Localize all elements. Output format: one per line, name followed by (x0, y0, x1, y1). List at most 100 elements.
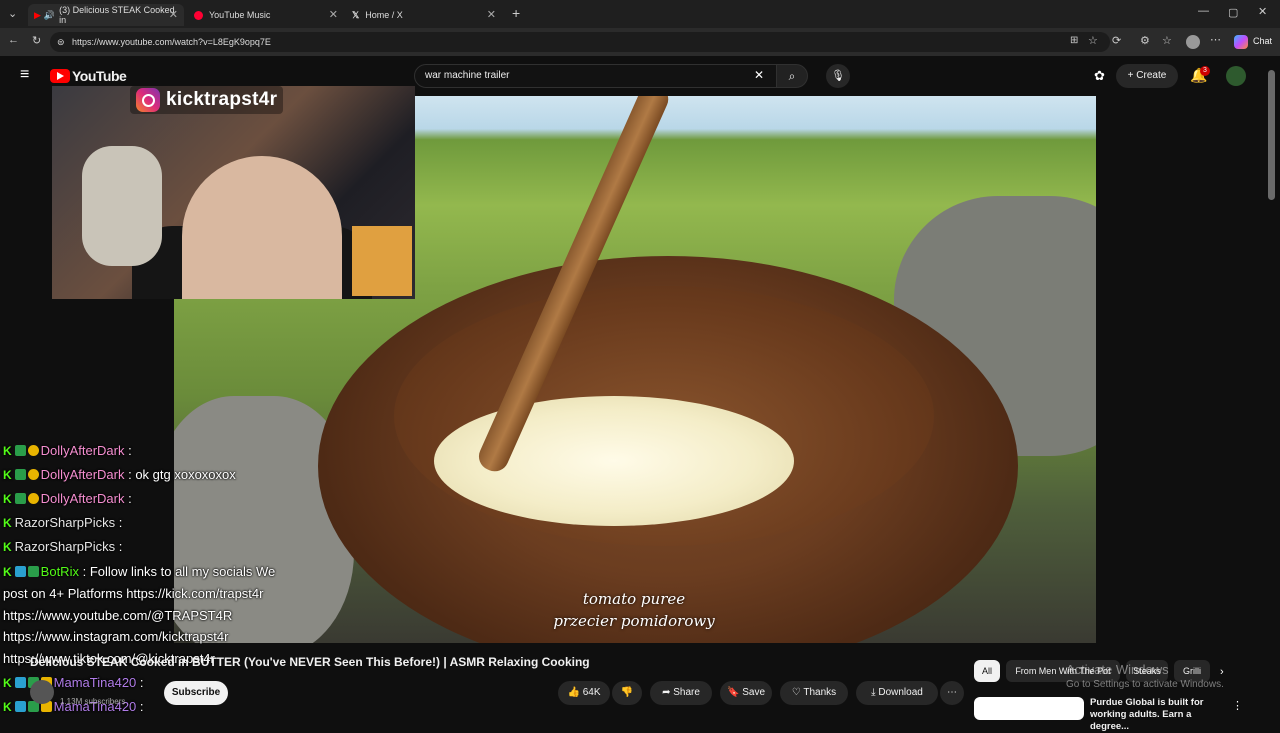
subscribe-button[interactable]: Subscribe (164, 681, 228, 705)
thanks-button[interactable]: ♡ Thanks (780, 681, 848, 705)
tab-list-icon[interactable]: ⌄ (8, 7, 17, 20)
like-count: 64K (582, 687, 601, 698)
search-input[interactable]: war machine trailer (414, 64, 778, 88)
activate-windows-title: Activate Windows (1066, 662, 1169, 677)
chat-text: : (118, 515, 123, 530)
bookmark-icon: 🔖 (726, 687, 743, 698)
kick-badge-icon: K (3, 468, 12, 482)
plush-toy (82, 146, 162, 266)
tab-youtube-video[interactable]: ▶ 🔊 (3) Delicious STEAK Cooked in ✕ (28, 4, 184, 26)
chat-message: K BotRix : Follow links to all my socials… (3, 564, 275, 579)
search-icon: ⌕ (788, 69, 796, 83)
youtube-logo[interactable]: YouTube (50, 68, 127, 84)
save-label: Save (742, 687, 766, 698)
chat-text: : (118, 539, 123, 554)
chat-label[interactable]: Chat (1253, 36, 1272, 46)
thanks-heart-icon: ♡ (791, 687, 804, 698)
copilot-icon[interactable] (1234, 35, 1248, 49)
url-field[interactable]: ⊜ https://www.youtube.com/watch?v=L8EgK9… (50, 32, 1110, 52)
notification-count-badge: 3 (1200, 66, 1210, 76)
dislike-button[interactable]: 👎 (612, 681, 642, 705)
site-info-icon[interactable]: ⊜ (57, 32, 65, 52)
bot-badge-icon (14, 701, 26, 712)
download-label: Download (878, 687, 923, 698)
back-icon[interactable]: ← (8, 34, 19, 46)
caption-line-1: tomato puree (582, 590, 686, 608)
hamburger-menu-icon[interactable]: ≡ (20, 66, 29, 84)
kick-badge-icon: K (3, 540, 12, 554)
gear-badge-icon[interactable]: ✿ (1094, 68, 1105, 84)
refresh-extension-icon[interactable]: ⟳ (1112, 34, 1121, 47)
more-actions-button[interactable]: ⋯ (940, 681, 964, 705)
chat-text: : Follow links to all my socials We (82, 564, 276, 579)
chat-username[interactable]: DollyAfterDark (41, 491, 125, 506)
tab-x-home[interactable]: 𝕏 Home / X ✕ (346, 4, 502, 26)
extensions-icon[interactable]: ⚙ (1140, 34, 1150, 47)
close-tab-icon[interactable]: ✕ (329, 8, 338, 21)
share-icon: ➦ (662, 687, 674, 698)
bot-badge-icon (14, 677, 26, 688)
save-button[interactable]: 🔖 Save (720, 681, 772, 705)
youtube-logo-text: YouTube (72, 68, 127, 84)
page-scrollbar[interactable] (1268, 70, 1275, 200)
bot-badge-icon (14, 566, 26, 577)
chat-username[interactable]: DollyAfterDark (41, 443, 125, 458)
create-button[interactable]: + Create (1116, 64, 1178, 88)
chat-username[interactable]: RazorSharpPicks (15, 515, 115, 530)
verified-badge-icon (27, 566, 39, 577)
download-button[interactable]: ⤓ Download (856, 681, 938, 705)
speaker-icon[interactable]: 🔊 (44, 10, 55, 21)
close-tab-icon[interactable]: ✕ (169, 8, 178, 21)
share-label: Share (673, 687, 700, 698)
tab-title: (3) Delicious STEAK Cooked in (59, 5, 175, 25)
favorites-icon[interactable]: ☆ (1162, 34, 1172, 47)
chat-message: K DollyAfterDark : (3, 491, 132, 506)
close-window-icon[interactable]: ✕ (1258, 5, 1267, 18)
chat-message: K DollyAfterDark : ok gtg xoxoxoxox (3, 467, 236, 482)
share-button[interactable]: ➦ Share (650, 681, 712, 705)
chat-message-continued: https://www.youtube.com/@TRAPST4R (3, 608, 233, 623)
clear-search-icon[interactable]: ✕ (754, 68, 764, 82)
thumbs-up-icon: 👍 (567, 687, 583, 698)
verified-badge-icon (14, 445, 26, 456)
search-button[interactable]: ⌕ (776, 64, 808, 88)
channel-avatar[interactable] (30, 680, 54, 704)
new-tab-icon[interactable]: + (512, 5, 520, 21)
app-icon[interactable]: ⊞ (1070, 35, 1078, 46)
chat-text: : (128, 491, 132, 506)
chat-text: : (139, 675, 144, 690)
profile-avatar[interactable] (1186, 35, 1200, 49)
like-button[interactable]: 👍 64K (558, 681, 610, 705)
streamer-webcam (52, 86, 415, 299)
chat-username[interactable]: BotRix (41, 564, 79, 579)
url-text: https://www.youtube.com/watch?v=L8EgK9op… (72, 37, 271, 47)
chat-message-continued: https://www.instagram.com/kicktrapst4r (3, 629, 229, 644)
kick-badge-icon: K (3, 676, 12, 690)
more-vertical-icon[interactable]: ⋮ (1232, 699, 1243, 712)
chat-message: K MamaTina420 : (3, 675, 144, 690)
more-menu-icon[interactable]: ⋯ (1210, 33, 1221, 46)
account-avatar[interactable] (1226, 66, 1246, 86)
recommendation-thumbnail[interactable] (974, 697, 1084, 720)
reload-icon[interactable]: ↻ (32, 34, 41, 47)
chip-all[interactable]: All (974, 660, 1000, 682)
x-icon: 𝕏 (352, 9, 360, 20)
favorite-star-icon[interactable]: ☆ (1088, 34, 1098, 47)
chevron-right-icon[interactable]: › (1220, 666, 1224, 678)
chat-username[interactable]: MamaTina420 (54, 675, 137, 690)
address-bar-row: ← ↻ ⊜ https://www.youtube.com/watch?v=L8… (0, 28, 1280, 56)
recommendation-title[interactable]: Purdue Global is built for working adult… (1090, 697, 1230, 733)
instagram-handle: kicktrapst4r (166, 89, 278, 110)
voice-search-button[interactable]: 🎙 (826, 64, 850, 88)
instagram-icon (136, 88, 160, 112)
chat-username[interactable]: RazorSharpPicks (15, 539, 115, 554)
chat-text: : ok gtg xoxoxoxox (128, 467, 236, 482)
chat-username[interactable]: DollyAfterDark (41, 467, 125, 482)
chat-message: K RazorSharpPicks : (3, 515, 122, 530)
minimize-icon[interactable]: — (1198, 5, 1209, 17)
tab-youtube-music[interactable]: YouTube Music ✕ (188, 4, 344, 26)
maximize-icon[interactable]: ▢ (1228, 6, 1238, 19)
more-horizontal-icon: ⋯ (947, 687, 957, 698)
close-tab-icon[interactable]: ✕ (487, 8, 496, 21)
video-title: Delicious STEAK Cooked in BUTTER (You've… (30, 655, 590, 669)
